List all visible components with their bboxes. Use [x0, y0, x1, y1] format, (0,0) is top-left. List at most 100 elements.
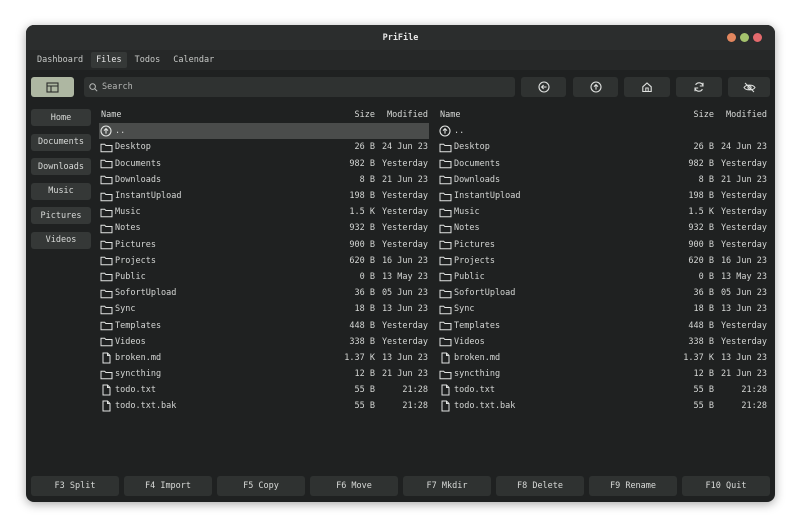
file-name: InstantUpload [454, 191, 521, 202]
move-button[interactable]: F6 Move [310, 476, 398, 496]
file-size: 448 B [688, 320, 714, 331]
title-bar: PriFile [26, 25, 775, 50]
file-modified: 13 Jun 23 [720, 352, 767, 363]
file-name: Videos [454, 336, 485, 347]
file-row[interactable]: todo.txt 55 B 21:28 [99, 382, 429, 398]
sidebar-item-music[interactable]: Music [31, 182, 91, 200]
file-size: 8 B [698, 174, 714, 185]
sidebar-item-home[interactable]: Home [31, 109, 91, 126]
column-header-name[interactable]: Name [99, 110, 319, 120]
file-row[interactable]: Documents 982 B Yesterday [438, 156, 768, 172]
file-row[interactable]: SofortUpload 36 B 05 Jun 23 [438, 285, 768, 301]
file-row[interactable]: Public 0 B 13 May 23 [99, 269, 429, 285]
mkdir-button[interactable]: F7 Mkdir [403, 476, 491, 496]
parent-directory-row[interactable]: .. [438, 123, 768, 139]
file-modified: 13 Jun 23 [381, 304, 428, 315]
copy-button[interactable]: F5 Copy [217, 476, 305, 496]
file-row[interactable]: Desktop 26 B 24 Jun 23 [99, 139, 429, 155]
sidebar-item-pictures[interactable]: Pictures [31, 207, 91, 224]
file-row[interactable]: Music 1.5 K Yesterday [438, 204, 768, 220]
file-modified: Yesterday [381, 223, 428, 234]
file-modified: 13 May 23 [720, 271, 767, 282]
column-header-modified[interactable]: Modified [714, 110, 768, 120]
parent-directory-row[interactable]: .. [99, 123, 429, 140]
split-button[interactable]: F3 Split [31, 476, 119, 496]
file-row[interactable]: Notes 932 B Yesterday [438, 220, 768, 236]
layout-toggle-button[interactable] [31, 77, 74, 97]
file-modified: Yesterday [720, 320, 767, 331]
file-size: 36 B [354, 288, 375, 299]
sidebar-item-downloads[interactable]: Downloads [31, 158, 91, 175]
quit-button[interactable]: F10 Quit [682, 476, 770, 496]
column-header-size[interactable]: Size [658, 110, 714, 120]
file-row[interactable]: syncthing 12 B 21 Jun 23 [438, 366, 768, 382]
file-row[interactable]: Projects 620 B 16 Jun 23 [99, 253, 429, 269]
file-row[interactable]: Notes 932 B Yesterday [99, 220, 429, 236]
delete-button[interactable]: F8 Delete [496, 476, 584, 496]
file-name: syncthing [454, 369, 501, 380]
file-modified: 21 Jun 23 [720, 174, 767, 185]
file-row[interactable]: InstantUpload 198 B Yesterday [99, 188, 429, 204]
search-input[interactable]: Search [84, 77, 515, 97]
folder-icon [438, 303, 452, 315]
file-row[interactable]: todo.txt.bak 55 B 21:28 [438, 398, 768, 414]
file-name: Downloads [115, 174, 162, 185]
rename-button[interactable]: F9 Rename [589, 476, 677, 496]
file-modified: Yesterday [720, 223, 767, 234]
back-button[interactable] [521, 77, 566, 97]
file-size: 12 B [354, 369, 375, 380]
file-row[interactable]: Videos 338 B Yesterday [438, 334, 768, 350]
file-row[interactable]: syncthing 12 B 21 Jun 23 [99, 366, 429, 382]
file-row[interactable]: broken.md 1.37 K 13 Jun 23 [438, 350, 768, 366]
file-row[interactable]: Music 1.5 K Yesterday [99, 204, 429, 220]
file-row[interactable]: Sync 18 B 13 Jun 23 [438, 301, 768, 317]
file-size: 982 B [349, 158, 375, 169]
file-row[interactable]: Pictures 900 B Yesterday [99, 237, 429, 253]
file-row[interactable]: Projects 620 B 16 Jun 23 [438, 253, 768, 269]
menu-item-todos[interactable]: Todos [130, 52, 166, 68]
function-key-bar: F3 Split F4 Import F5 Copy F6 Move F7 Mk… [31, 476, 770, 496]
column-header-modified[interactable]: Modified [375, 110, 429, 120]
file-row[interactable]: todo.txt 55 B 21:28 [438, 382, 768, 398]
file-icon [99, 384, 113, 396]
file-row[interactable]: Downloads 8 B 21 Jun 23 [99, 172, 429, 188]
file-size: 1.37 K [344, 352, 375, 363]
file-name: Projects [454, 255, 495, 266]
file-row[interactable]: SofortUpload 36 B 05 Jun 23 [99, 285, 429, 301]
folder-icon [99, 174, 113, 186]
sidebar-item-documents[interactable]: Documents [31, 133, 91, 151]
up-button[interactable] [573, 77, 618, 97]
file-row[interactable]: todo.txt.bak 55 B 21:28 [99, 398, 429, 414]
file-row[interactable]: Pictures 900 B Yesterday [438, 237, 768, 253]
toggle-hidden-button[interactable] [728, 77, 770, 97]
menu-item-dashboard[interactable]: Dashboard [32, 52, 88, 68]
file-size: 338 B [688, 336, 714, 347]
minimize-button[interactable] [727, 33, 736, 42]
file-row[interactable]: Videos 338 B Yesterday [99, 334, 429, 350]
file-row[interactable]: Documents 982 B Yesterday [99, 156, 429, 172]
file-row[interactable]: Desktop 26 B 24 Jun 23 [438, 139, 768, 155]
refresh-button[interactable] [676, 77, 722, 97]
sidebar-item-videos[interactable]: Videos [31, 231, 91, 249]
file-modified: 21:28 [402, 401, 428, 412]
maximize-button[interactable] [740, 33, 749, 42]
menu-item-calendar[interactable]: Calendar [168, 52, 219, 68]
column-header-name[interactable]: Name [438, 110, 658, 120]
folder-icon [438, 320, 452, 332]
file-modified: 24 Jun 23 [720, 142, 767, 153]
folder-icon [438, 255, 452, 267]
file-row[interactable]: Sync 18 B 13 Jun 23 [99, 301, 429, 317]
file-row[interactable]: broken.md 1.37 K 13 Jun 23 [99, 350, 429, 366]
file-row[interactable]: InstantUpload 198 B Yesterday [438, 188, 768, 204]
file-row[interactable]: Templates 448 B Yesterday [99, 317, 429, 333]
file-modified: 21:28 [741, 401, 767, 412]
home-button[interactable] [624, 77, 670, 97]
file-row[interactable]: Public 0 B 13 May 23 [438, 269, 768, 285]
file-row[interactable]: Downloads 8 B 21 Jun 23 [438, 172, 768, 188]
column-header-size[interactable]: Size [319, 110, 375, 120]
menu-item-files[interactable]: Files [91, 52, 127, 68]
close-button[interactable] [753, 33, 762, 42]
import-button[interactable]: F4 Import [124, 476, 212, 496]
file-name: InstantUpload [115, 191, 182, 202]
file-row[interactable]: Templates 448 B Yesterday [438, 317, 768, 333]
